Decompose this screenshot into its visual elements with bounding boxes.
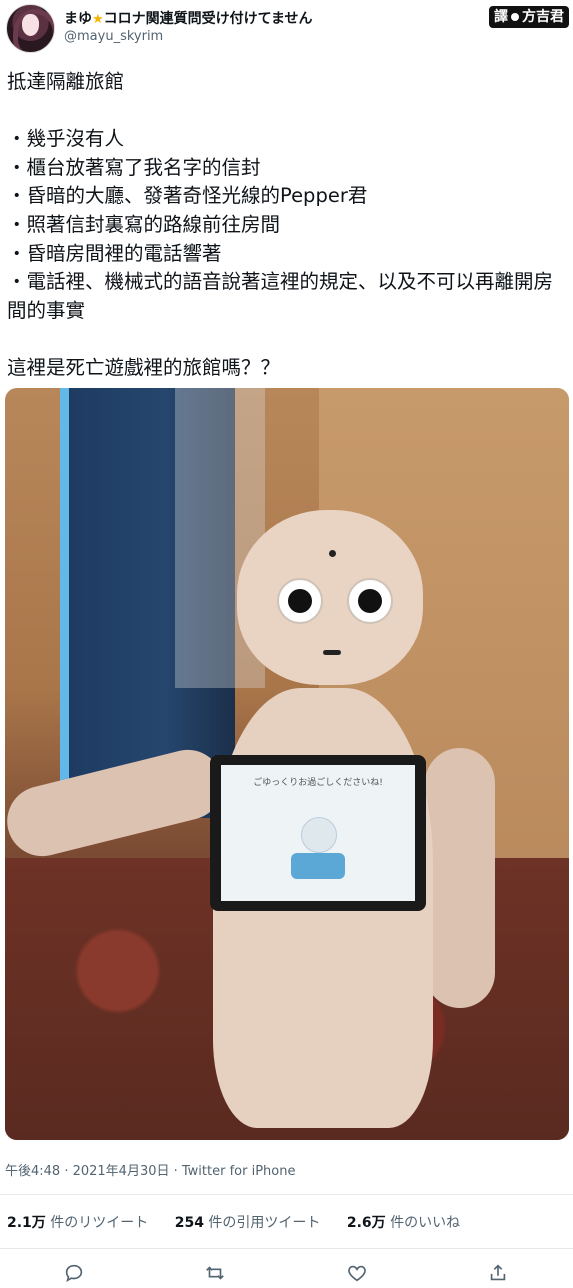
action-bar: [0, 1258, 573, 1287]
robot-head: [237, 510, 423, 685]
tablet-robot-illustration: [301, 817, 337, 853]
tablet-robot-body-illustration: [291, 853, 345, 879]
tweet-timestamp[interactable]: 午後4:48 · 2021年4月30日 · Twitter for iPhone: [5, 1160, 295, 1179]
user-handle[interactable]: @mayu_skyrim: [64, 29, 163, 44]
star-emoji-icon: ★: [92, 12, 104, 27]
tweet-text: 抵達隔離旅館 ・幾乎沒有人 ・櫃台放著寫了我名字的信封 ・昏暗的大廳、發著奇怪光…: [7, 70, 554, 379]
tweet-stats: 2.1万 件のリツイート 254 件の引用ツイート 2.6万 件のいいね: [7, 1212, 482, 1232]
tablet-screen-text: ごゆっくりお過ごしくださいね!: [253, 778, 383, 788]
robot-camera-dot: [329, 550, 336, 557]
translator-watermark: 譯方吉君: [489, 6, 569, 28]
translator-tag-left: 譯: [494, 9, 508, 25]
retweet-count: 2.1万: [7, 1215, 46, 1231]
like-stat[interactable]: 2.6万 件のいいね: [347, 1215, 460, 1231]
reply-icon[interactable]: [63, 1262, 87, 1286]
quote-label: 件の引用ツイート: [208, 1215, 321, 1231]
tablet-screen: ごゆっくりお過ごしくださいね!: [221, 765, 415, 901]
tweet-photo[interactable]: ごゆっくりお過ごしくださいね!: [5, 388, 569, 1140]
robot-right-eye: [347, 578, 393, 624]
divider: [0, 1248, 573, 1249]
robot-right-arm: [425, 748, 495, 1008]
translator-tag-right: 方吉君: [522, 9, 564, 25]
divider: [0, 1194, 573, 1195]
display-name-suffix: コロナ関連質問受け付けてません: [103, 11, 313, 27]
avatar[interactable]: [6, 4, 55, 53]
like-icon[interactable]: [346, 1262, 370, 1286]
retweet-icon[interactable]: [204, 1262, 228, 1286]
watermark-dot-icon: [511, 12, 519, 21]
robot-mouth: [323, 650, 341, 655]
display-name-text: まゆ: [64, 11, 92, 27]
quote-stat[interactable]: 254 件の引用ツイート: [175, 1215, 321, 1231]
retweet-stat[interactable]: 2.1万 件のリツイート: [7, 1215, 148, 1231]
tweet-header: まゆ★コロナ関連質問受け付けてません @mayu_skyrim 譯方吉君: [0, 0, 573, 60]
share-icon[interactable]: [487, 1262, 511, 1286]
like-label: 件のいいね: [390, 1215, 461, 1231]
avatar-face: [22, 14, 39, 36]
robot-left-eye: [277, 578, 323, 624]
display-name[interactable]: まゆ★コロナ関連質問受け付けてません: [64, 8, 313, 28]
retweet-label: 件のリツイート: [50, 1215, 149, 1231]
like-count: 2.6万: [346, 1215, 386, 1231]
quote-count: 254: [174, 1215, 204, 1231]
robot-tablet: ごゆっくりお過ごしくださいね!: [210, 755, 426, 911]
